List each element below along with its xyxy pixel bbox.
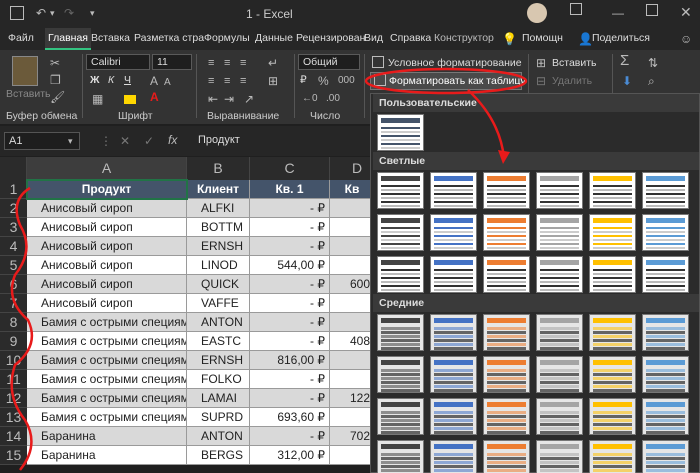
- arrow-line: [467, 89, 506, 159]
- annotation-layer: [10, 67, 528, 471]
- arrow-head: [498, 150, 510, 164]
- row-bracket-annotation: [10, 186, 34, 471]
- highlight-ellipse: [364, 67, 528, 95]
